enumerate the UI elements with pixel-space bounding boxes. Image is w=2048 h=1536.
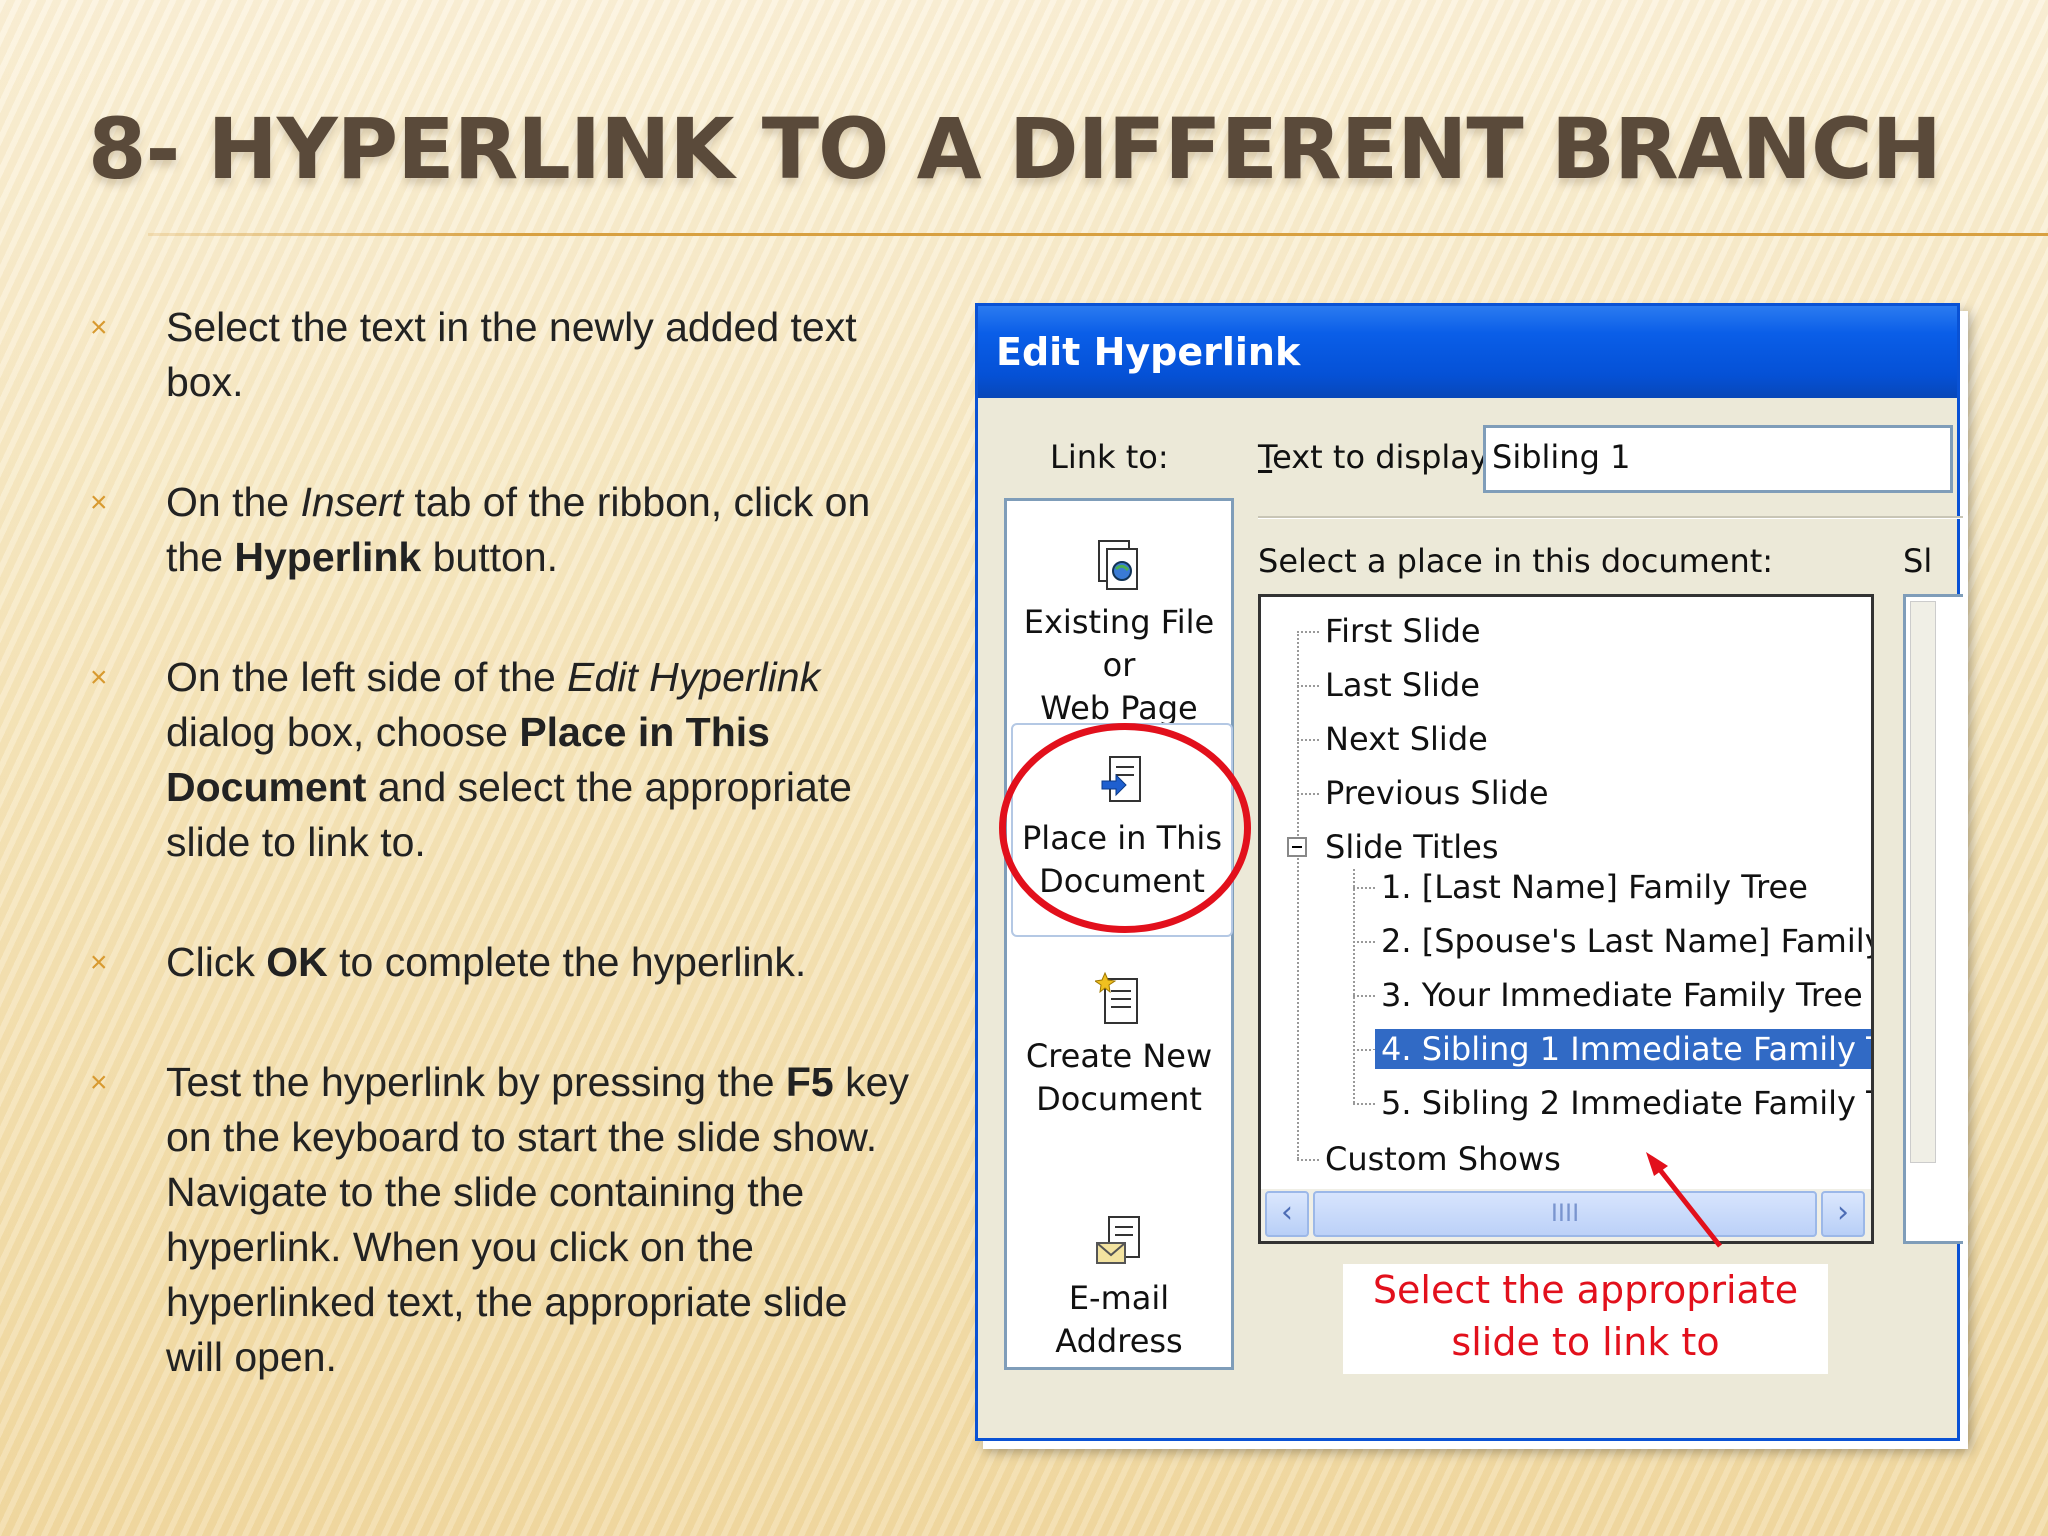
bullet-text: Click OK to complete the hyperlink. [166,939,807,985]
annotation-callout: Select the appropriate slide to link to [1343,1264,1828,1374]
bullet-text: Select the text in the newly added text … [166,304,857,405]
bullet-item: × Test the hyperlink by pressing the F5 k… [90,1055,910,1385]
bullet-item: × Click OK to complete the hyperlink. [90,935,910,990]
bullet-list: × Select the text in the newly added text… [90,300,910,1450]
bullet-item: × Select the text in the newly added text… [90,300,910,410]
bullet-item: × On the Insert tab of the ribbon, click … [90,475,910,585]
bullet-x-icon: × [90,311,108,344]
bullet-text: Test the hyperlink by pressing the F5 ke… [166,1059,909,1380]
edit-hyperlink-dialog: Edit Hyperlink Link to: Text to display:… [975,303,1963,1441]
bullet-x-icon: × [90,486,108,519]
bullet-text: On the left side of the Edit Hyperlink d… [166,654,852,865]
bullet-x-icon: × [90,946,108,979]
title-divider [148,233,2048,236]
bullet-x-icon: × [90,1066,108,1099]
slide-title: 8- HYPERLINK TO A DIFFERENT BRANCH [88,100,1942,198]
bullet-text: On the Insert tab of the ribbon, click o… [166,479,871,580]
callout-line: slide to link to [1451,1320,1720,1364]
callout-line: Select the appropriate [1372,1268,1799,1312]
bullet-x-icon: × [90,661,108,694]
bullet-item: × On the left side of the Edit Hyperlink … [90,650,910,870]
